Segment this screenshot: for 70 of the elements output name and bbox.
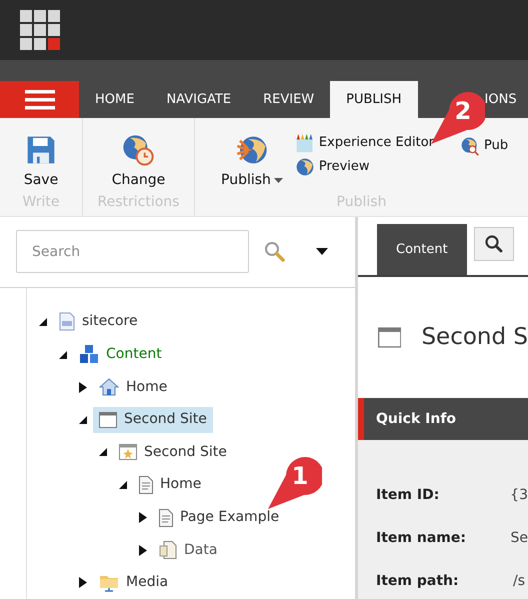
ribbon-tab[interactable]: PUBLISH [330, 81, 418, 118]
expanded-arrow-icon[interactable] [59, 350, 67, 359]
tree-label: Second Site [144, 442, 227, 462]
globe-magnifier-icon [460, 136, 480, 156]
caret-icon [274, 178, 283, 183]
ribbon-button[interactable]: Preview [294, 155, 434, 179]
expanded-arrow-icon[interactable] [99, 448, 107, 456]
app-grid-logo[interactable] [20, 10, 60, 50]
ribbon-tab[interactable]: IONS [484, 81, 517, 118]
collapsed-arrow-icon[interactable] [139, 544, 147, 556]
star-window-icon [119, 444, 137, 460]
document-icon [159, 508, 173, 527]
section-title: Quick Info [376, 410, 456, 428]
tree-item[interactable]: Data [153, 537, 224, 564]
document-icon [139, 476, 153, 494]
editor-tab[interactable]: Content [377, 224, 467, 275]
collapsed-arrow-icon[interactable] [79, 382, 87, 393]
collapsed-arrow-icon[interactable] [139, 512, 147, 524]
globe-icon [294, 157, 315, 177]
tree-label: Second Site [124, 410, 207, 430]
menu-button[interactable] [0, 81, 79, 118]
field-value: Se [510, 529, 528, 548]
dropdown-caret-icon[interactable] [316, 248, 328, 256]
field-label: Item path: [376, 572, 460, 591]
search-tab[interactable] [474, 227, 514, 261]
globe-arrows-icon [236, 134, 268, 166]
ribbon-button[interactable]: Save [20, 134, 62, 191]
crayons-icon [294, 133, 315, 153]
expanded-arrow-icon[interactable] [39, 318, 47, 326]
tree-item[interactable]: Page Example [153, 504, 286, 531]
ribbon-button[interactable]: Change [108, 134, 170, 191]
search-icon [484, 235, 503, 253]
field-label: Item ID: [376, 486, 440, 505]
tree-item[interactable]: Content [73, 342, 168, 368]
search-field[interactable]: Search [16, 230, 249, 274]
tree-item[interactable]: Second Site [113, 439, 233, 466]
tree-label: Page Example [180, 508, 280, 528]
tree-item[interactable]: sitecore [53, 308, 144, 335]
globe-clock-icon [122, 134, 154, 166]
expanded-arrow-icon[interactable] [79, 416, 87, 424]
tree-label: Home [160, 475, 202, 494]
window-icon [99, 412, 117, 428]
tree-item[interactable]: Home [93, 374, 174, 400]
tree-label: sitecore [82, 312, 138, 332]
item-title: Second S [421, 323, 528, 352]
ribbon-tab[interactable]: REVIEW [247, 81, 330, 118]
expanded-arrow-icon[interactable] [119, 480, 127, 489]
menu-icon [24, 90, 54, 110]
field-value: {3 [510, 486, 528, 505]
collapsed-arrow-icon[interactable] [79, 577, 87, 588]
page-icon [59, 312, 75, 332]
search-icon[interactable] [264, 240, 286, 263]
folder-icon [99, 574, 119, 592]
tree-label: Home [126, 378, 168, 397]
tree-item[interactable]: Second Site [93, 406, 213, 433]
ribbon-tab[interactable]: HOME [79, 81, 150, 118]
ribbon-button[interactable]: Pub [460, 134, 508, 158]
tree-label: Content [106, 345, 162, 364]
tree-label: Data [184, 540, 218, 560]
ribbon-button[interactable]: Experience Editor [294, 131, 434, 155]
tree-item[interactable]: Media [93, 570, 174, 596]
field-label: Item name: [376, 529, 467, 548]
field-value: /s [513, 572, 526, 591]
ribbon-button[interactable]: Publish [217, 134, 287, 191]
tree-label: Media [126, 573, 168, 592]
cubes-icon [79, 345, 99, 364]
documents-icon [159, 541, 177, 560]
ribbon-tab[interactable]: NAVIGATE [150, 81, 248, 118]
house-icon [99, 378, 119, 396]
tree-item[interactable]: Home [133, 472, 208, 498]
